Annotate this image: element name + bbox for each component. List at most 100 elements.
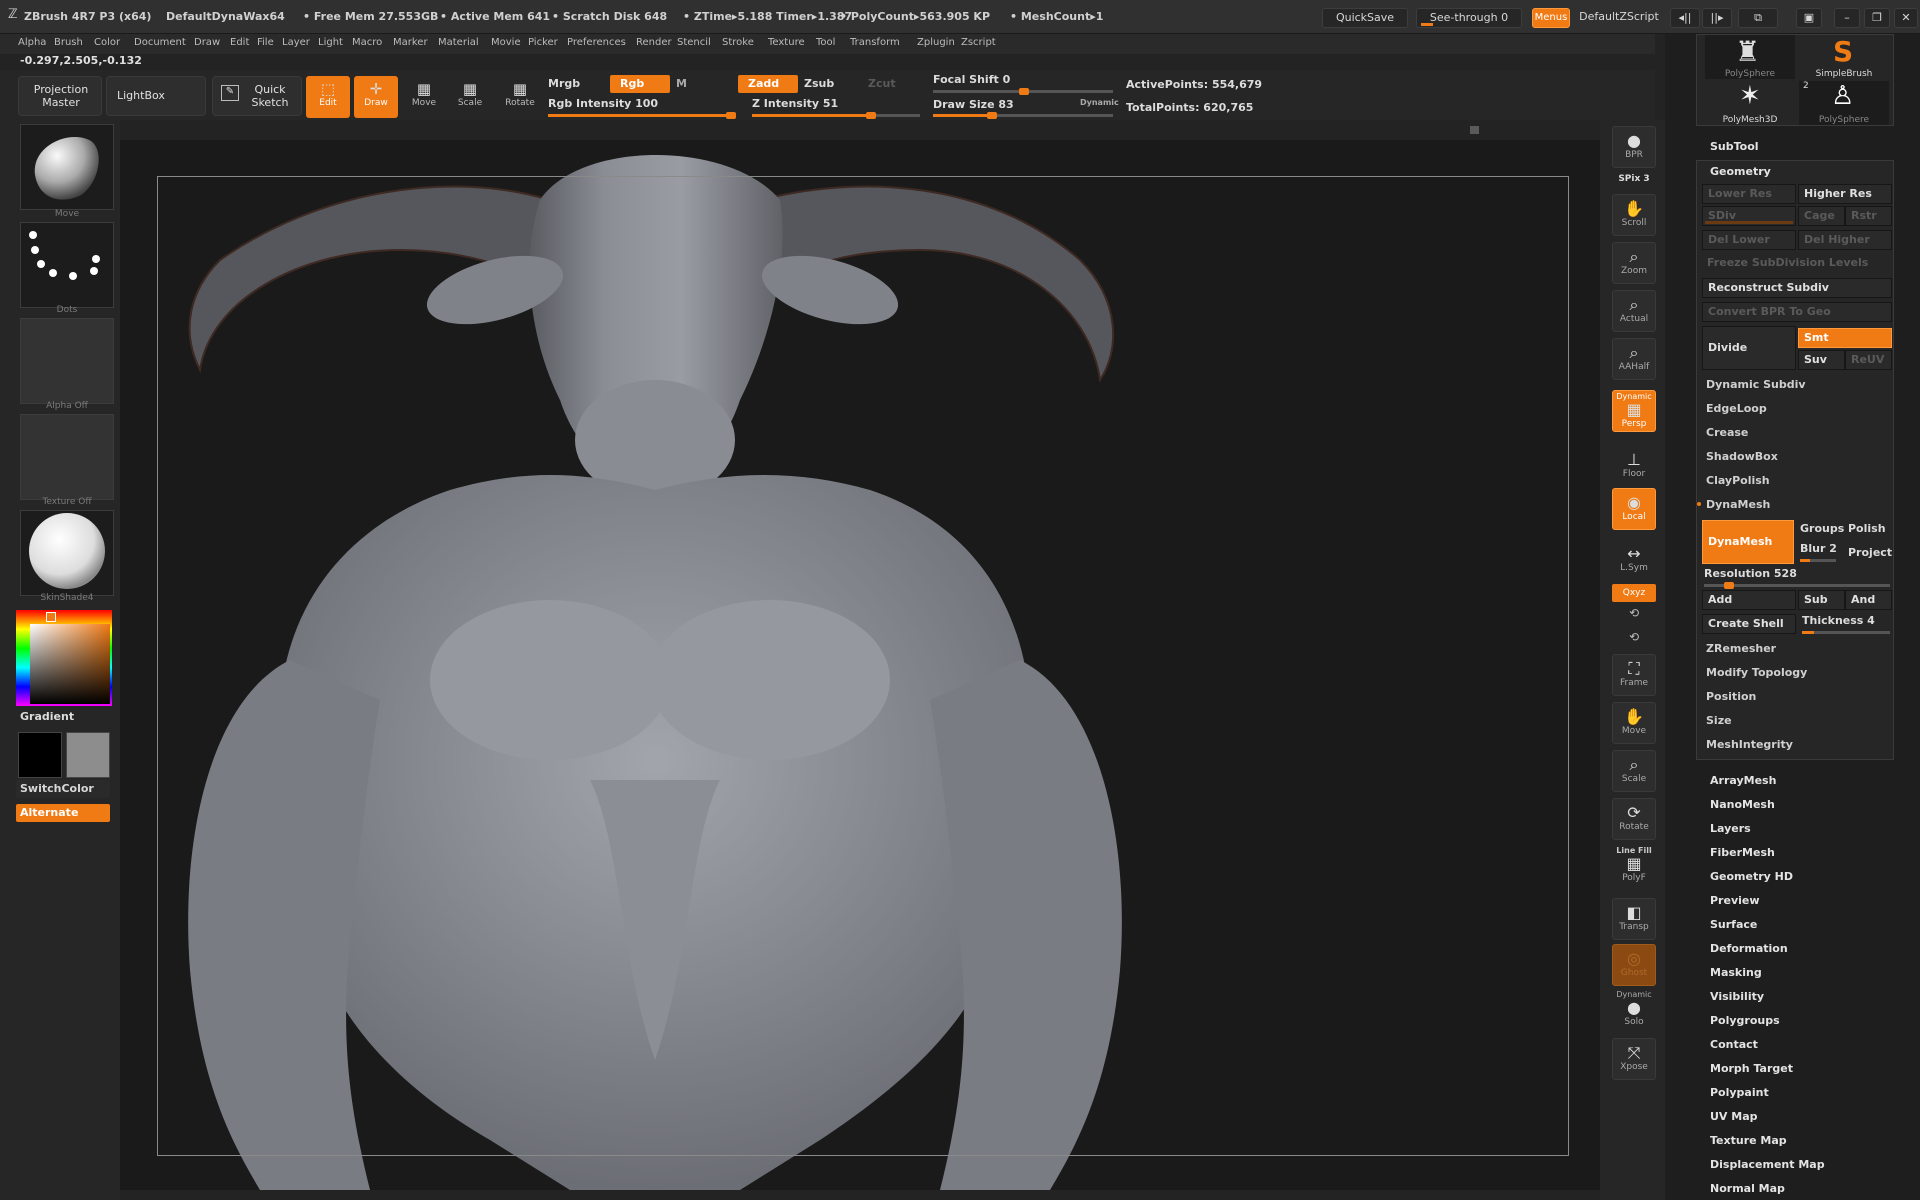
tool-polymesh3d-thumb[interactable]: ✶ PolyMesh3D — [1705, 81, 1795, 125]
menu-zplugin[interactable]: Zplugin — [917, 37, 955, 48]
menu-draw[interactable]: Draw — [194, 37, 220, 48]
solo-button[interactable]: Dynamic ● Solo — [1612, 990, 1656, 1036]
geometry-hd-menu[interactable]: Geometry HD — [1710, 870, 1793, 883]
displacement-map-menu[interactable]: Displacement Map — [1710, 1158, 1825, 1171]
position-menu[interactable]: Position — [1700, 686, 1893, 708]
add-button[interactable]: Add — [1702, 590, 1796, 610]
scroll-button[interactable]: ✋ Scroll — [1612, 194, 1656, 236]
sdiv-slider[interactable]: SDiv — [1702, 206, 1796, 226]
z-intensity-slider[interactable] — [752, 112, 920, 119]
sub-button[interactable]: Sub — [1798, 590, 1845, 610]
menu-color[interactable]: Color — [94, 37, 120, 48]
tool-simplebrush-thumb[interactable]: S SimpleBrush — [1799, 35, 1889, 79]
deformation-menu[interactable]: Deformation — [1710, 942, 1788, 955]
zscript-name[interactable]: DefaultZScript — [1572, 8, 1666, 28]
texture-map-menu[interactable]: Texture Map — [1710, 1134, 1787, 1147]
polyf-button[interactable]: Line Fill ▦ PolyF — [1612, 846, 1656, 888]
rstr-button[interactable]: Rstr — [1845, 206, 1892, 226]
main-color-swatch[interactable] — [18, 732, 62, 778]
lsym-button[interactable]: ↔ L.Sym — [1612, 540, 1656, 582]
project-toggle[interactable]: Project — [1848, 546, 1892, 559]
mrgb-toggle[interactable]: Mrgb — [548, 77, 580, 90]
move-view-button[interactable]: ✋ Move — [1612, 702, 1656, 744]
draw-size-slider[interactable] — [933, 112, 1113, 119]
quicksave-button[interactable]: QuickSave — [1322, 8, 1408, 28]
geometry-header[interactable]: Geometry — [1710, 165, 1771, 178]
rgb-intensity-slider[interactable] — [548, 112, 736, 119]
edgeloop-menu[interactable]: EdgeLoop — [1700, 398, 1893, 420]
surface-menu[interactable]: Surface — [1710, 918, 1757, 931]
menu-light[interactable]: Light — [318, 37, 343, 48]
bpr-button[interactable]: ● BPR — [1612, 126, 1656, 168]
higher-res-button[interactable]: Higher Res — [1798, 184, 1892, 204]
switchcolor-button[interactable]: SwitchColor — [16, 780, 110, 798]
lightbox-button[interactable]: LightBox — [106, 76, 206, 116]
xyz-button[interactable]: Qxyz — [1612, 584, 1656, 602]
convert-bpr-button[interactable]: Convert BPR To Geo — [1702, 302, 1892, 322]
persp-button[interactable]: Dynamic ▦ Persp — [1612, 390, 1656, 432]
dynamesh-header[interactable]: DynaMesh — [1700, 494, 1893, 516]
menu-zscript[interactable]: Zscript — [961, 37, 996, 48]
visibility-menu[interactable]: Visibility — [1710, 990, 1764, 1003]
reuv-toggle[interactable]: ReUV — [1845, 350, 1892, 370]
alpha-thumbnail[interactable] — [20, 318, 114, 404]
scale-view-button[interactable]: ⌕ Scale — [1612, 750, 1656, 792]
rotate-button[interactable]: ▦ Rotate — [498, 76, 542, 118]
resolution-slider[interactable] — [1704, 582, 1890, 589]
menu-picker[interactable]: Picker — [528, 37, 558, 48]
spix-slider[interactable]: SPix 3 — [1612, 174, 1656, 184]
menu-transform[interactable]: Transform — [850, 37, 900, 48]
ghost-button[interactable]: ◎ Ghost — [1612, 944, 1656, 986]
polypaint-menu[interactable]: Polypaint — [1710, 1086, 1769, 1099]
frame-button[interactable]: ⛶ Frame — [1612, 654, 1656, 696]
local-button[interactable]: ◉ Local — [1612, 488, 1656, 530]
menu-movie[interactable]: Movie — [491, 37, 521, 48]
arraymesh-menu[interactable]: ArrayMesh — [1710, 774, 1776, 787]
polygroups-menu[interactable]: Polygroups — [1710, 1014, 1780, 1027]
and-button[interactable]: And — [1845, 590, 1892, 610]
menu-macro[interactable]: Macro — [352, 37, 382, 48]
menu-stroke[interactable]: Stroke — [722, 37, 754, 48]
thickness-slider[interactable] — [1802, 631, 1890, 634]
rotate-z-icon[interactable]: ⟲ — [1612, 630, 1656, 644]
menu-preferences[interactable]: Preferences — [567, 37, 626, 48]
alternate-button[interactable]: Alternate — [16, 804, 110, 822]
zsub-toggle[interactable]: Zsub — [804, 77, 834, 90]
brush-thumbnail[interactable] — [20, 124, 114, 210]
lower-res-button[interactable]: Lower Res — [1702, 184, 1796, 204]
rotate-y-icon[interactable]: ⟲ — [1612, 606, 1656, 620]
see-through-slider[interactable]: See-through 0 — [1416, 8, 1522, 28]
freeze-subdiv-button[interactable]: Freeze SubDivision Levels — [1702, 254, 1892, 274]
minimize-icon[interactable]: – — [1834, 8, 1860, 28]
tool-polysphere-thumb[interactable]: ♜ PolySphere — [1705, 35, 1795, 79]
masking-menu[interactable]: Masking — [1710, 966, 1762, 979]
zoom-button[interactable]: ⌕ Zoom — [1612, 242, 1656, 284]
stroke-thumbnail[interactable] — [20, 222, 114, 308]
menu-texture[interactable]: Texture — [768, 37, 805, 48]
menu-brush[interactable]: Brush — [54, 37, 83, 48]
crease-menu[interactable]: Crease — [1700, 422, 1893, 444]
menu-file[interactable]: File — [257, 37, 274, 48]
scale-button[interactable]: ▦ Scale — [448, 76, 492, 118]
menu-marker[interactable]: Marker — [393, 37, 428, 48]
preview-menu[interactable]: Preview — [1710, 894, 1760, 907]
dynamic-subdiv-menu[interactable]: Dynamic Subdiv — [1700, 374, 1893, 396]
floor-button[interactable]: ⊥ Floor — [1612, 446, 1656, 488]
size-menu[interactable]: Size — [1700, 710, 1893, 732]
suv-toggle[interactable]: Suv — [1798, 350, 1845, 370]
del-lower-button[interactable]: Del Lower — [1702, 230, 1796, 250]
rgb-toggle[interactable]: Rgb — [610, 75, 670, 93]
actual-button[interactable]: ⌕ Actual — [1612, 290, 1656, 332]
fibermesh-menu[interactable]: FiberMesh — [1710, 846, 1775, 859]
blur-slider[interactable]: Blur 2 — [1800, 542, 1837, 555]
cage-button[interactable]: Cage — [1798, 206, 1845, 226]
polish-toggle[interactable]: Polish — [1848, 522, 1886, 535]
transp-button[interactable]: ◧ Transp — [1612, 898, 1656, 940]
gradient-label[interactable]: Gradient — [20, 710, 74, 723]
divide-button[interactable]: Divide — [1702, 326, 1796, 370]
dynamesh-button[interactable]: DynaMesh — [1702, 520, 1794, 564]
subtool-menu[interactable]: SubTool — [1710, 140, 1759, 153]
layers-menu[interactable]: Layers — [1710, 822, 1751, 835]
zremesher-menu[interactable]: ZRemesher — [1700, 638, 1893, 660]
uv-map-menu[interactable]: UV Map — [1710, 1110, 1758, 1123]
